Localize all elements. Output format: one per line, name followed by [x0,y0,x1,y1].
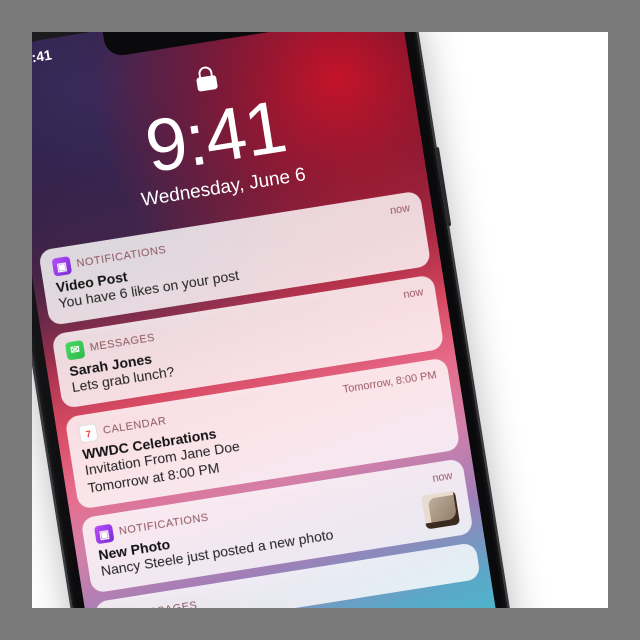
notification-list[interactable]: ▣ NOTIFICATIONS now Video Post You have … [32,189,491,608]
product-image: 9:41 9:41 Wednesday, June 6 ▣ NOTIFICATI… [32,32,608,608]
app-icon: ▣ [94,524,115,545]
lock-icon [194,65,218,92]
attachment-thumbnail [421,490,460,529]
status-time: 9:41 [32,46,53,66]
lock-screen[interactable]: 9:41 9:41 Wednesday, June 6 ▣ NOTIFICATI… [32,32,507,608]
messages-icon: ✉ [65,339,86,360]
side-button [435,147,451,227]
app-name: MESSAGES [131,599,198,608]
messages-icon: ✉ [107,607,128,608]
app-icon: ▣ [52,256,73,277]
calendar-icon: 7 [78,423,99,444]
notch [102,32,294,58]
iphone-device: 9:41 9:41 Wednesday, June 6 ▣ NOTIFICATI… [32,32,521,608]
